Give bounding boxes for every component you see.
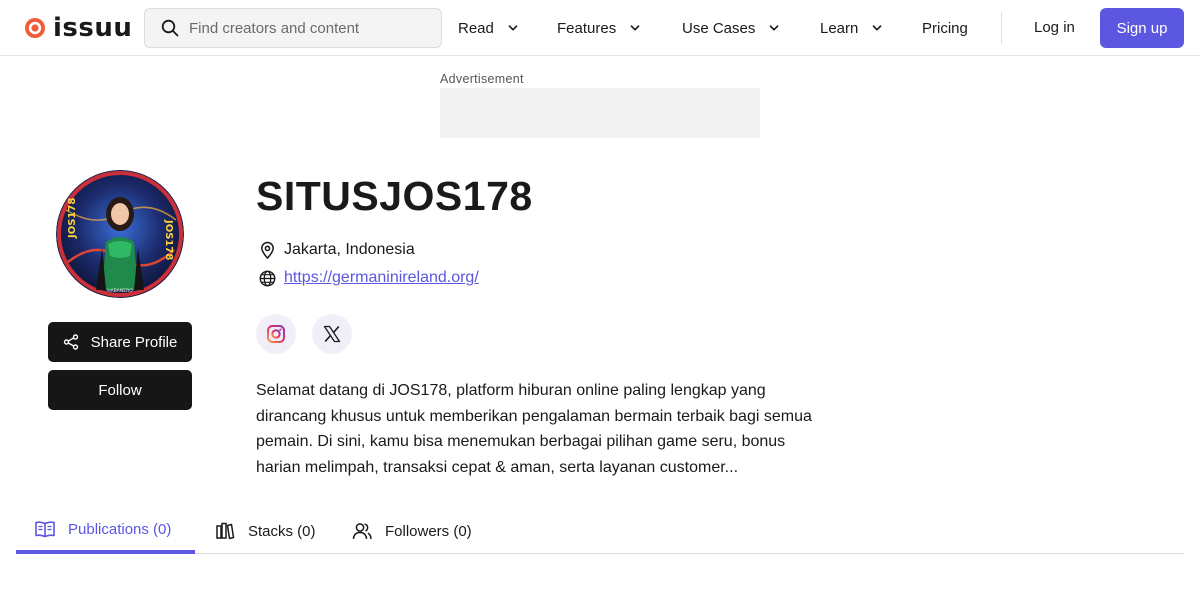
nav-use-cases[interactable]: Use Cases xyxy=(682,17,779,39)
chevron-down-icon xyxy=(630,25,640,31)
nav-learn-label: Learn xyxy=(820,19,859,37)
x-twitter-icon xyxy=(323,325,341,343)
tab-stacks[interactable]: Stacks (0) xyxy=(196,508,334,554)
location-pin-icon xyxy=(261,241,274,259)
profile-bio: Selamat datang di JOS178, platform hibur… xyxy=(256,382,812,476)
nav-features-label: Features xyxy=(557,19,617,37)
nav-learn[interactable]: Learn xyxy=(820,17,882,39)
tab-followers-label: Followers (0) xyxy=(385,522,472,540)
nav-divider xyxy=(1001,12,1002,44)
nav-features[interactable]: Features xyxy=(557,17,640,39)
avatar-text-bottom: HABANERO xyxy=(107,288,133,294)
x-twitter-link[interactable] xyxy=(312,314,352,354)
nav-use-cases-label: Use Cases xyxy=(682,19,756,37)
profile-name: SITUSJOS178 xyxy=(256,173,533,219)
avatar-image: JOS178 JOS178 HABANERO xyxy=(56,170,184,298)
advertisement-label: Advertisement xyxy=(440,72,524,86)
tab-followers[interactable]: Followers (0) xyxy=(333,508,490,554)
book-open-icon xyxy=(35,521,55,538)
issuu-logo-icon xyxy=(25,18,45,38)
avatar-text-right: JOS178 xyxy=(163,219,174,260)
stacks-icon xyxy=(216,522,235,540)
share-profile-label: Share Profile xyxy=(90,333,178,351)
avatar: JOS178 JOS178 HABANERO xyxy=(56,170,184,298)
logo-wordmark: issuu xyxy=(53,13,133,43)
login-link[interactable]: Log in xyxy=(1034,17,1075,39)
share-icon xyxy=(63,334,78,350)
profile-website: https://germaninireland.org/ xyxy=(258,267,479,289)
top-navigation-bar: issuu Read Features Use Cases Learn Pric… xyxy=(0,0,1200,56)
signup-button[interactable]: Sign up xyxy=(1100,8,1184,48)
nav-read[interactable]: Read xyxy=(458,17,518,39)
profile-location: Jakarta, Indonesia xyxy=(258,239,415,261)
followers-icon xyxy=(352,523,372,540)
search-box[interactable] xyxy=(144,8,442,48)
location-text: Jakarta, Indonesia xyxy=(284,241,415,258)
nav-read-label: Read xyxy=(458,19,494,37)
search-input[interactable] xyxy=(189,19,429,37)
chevron-down-icon xyxy=(770,25,779,31)
search-icon xyxy=(161,19,179,37)
instagram-icon xyxy=(267,325,285,343)
nav-pricing[interactable]: Pricing xyxy=(922,17,968,39)
share-profile-button[interactable]: Share Profile xyxy=(48,322,192,362)
website-link[interactable]: https://germaninireland.org/ xyxy=(284,269,479,287)
globe-icon xyxy=(259,270,276,286)
instagram-link[interactable] xyxy=(256,314,296,354)
issuu-logo[interactable]: issuu xyxy=(24,14,132,42)
profile-tabs: Publications (0) Stacks (0) Followers (0… xyxy=(16,508,1184,554)
nav-pricing-label: Pricing xyxy=(922,19,968,37)
tab-stacks-label: Stacks (0) xyxy=(248,522,316,540)
chevron-down-icon xyxy=(508,25,518,31)
tab-publications[interactable]: Publications (0) xyxy=(16,508,195,554)
follow-button[interactable]: Follow xyxy=(48,370,192,410)
tab-publications-label: Publications (0) xyxy=(68,520,172,538)
advertisement-slot[interactable] xyxy=(440,88,760,138)
chevron-down-icon xyxy=(873,25,882,31)
avatar-text-left: JOS178 xyxy=(67,198,78,239)
